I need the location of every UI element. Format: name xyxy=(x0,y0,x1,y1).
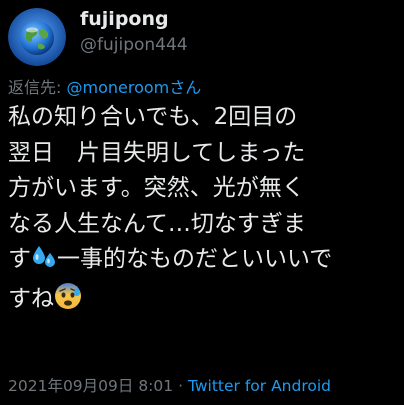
avatar[interactable] xyxy=(8,8,66,66)
reply-to-line: 返信先: @moneroomさん xyxy=(8,74,201,98)
reply-prefix: 返信先: xyxy=(8,78,62,97)
source-link[interactable]: Twitter for Android xyxy=(188,377,331,395)
footer-separator: · xyxy=(178,377,184,395)
reply-mention-link[interactable]: @moneroomさん xyxy=(67,78,202,97)
tweet-line-part: 一事的なものだといいいで xyxy=(57,246,333,272)
tweet-line: 翌日 片目失明してしまった xyxy=(8,139,306,166)
timestamp[interactable]: 2021年09月09日 8:01 xyxy=(8,377,173,395)
sweat-droplets-icon xyxy=(31,244,57,282)
display-name[interactable]: fujipong xyxy=(80,8,169,30)
user-handle[interactable]: @fujipon444 xyxy=(80,35,188,55)
tweet-text: 私の知り合いでも、2回目の 翌日 片目失明してしまった 方がいます。突然、光が無… xyxy=(8,100,400,321)
tweet-line-part: すね xyxy=(8,285,54,312)
tweet-footer: 2021年09月09日 8:01 · Twitter for Android xyxy=(8,374,331,396)
tweet-line-part: す xyxy=(8,246,31,272)
tweet-line: すね xyxy=(8,282,400,322)
tweet-line: 私の知り合いでも、2回目の xyxy=(8,104,298,130)
tweet-line: なる人生なんて…切なすぎま xyxy=(8,210,306,237)
tweet-line: す 一事的なものだといいいで xyxy=(8,242,400,282)
tweet-line: 方がいます。突然、光が無く xyxy=(8,175,305,201)
anxious-face-icon xyxy=(54,282,82,322)
globe-avatar-icon xyxy=(8,8,66,66)
